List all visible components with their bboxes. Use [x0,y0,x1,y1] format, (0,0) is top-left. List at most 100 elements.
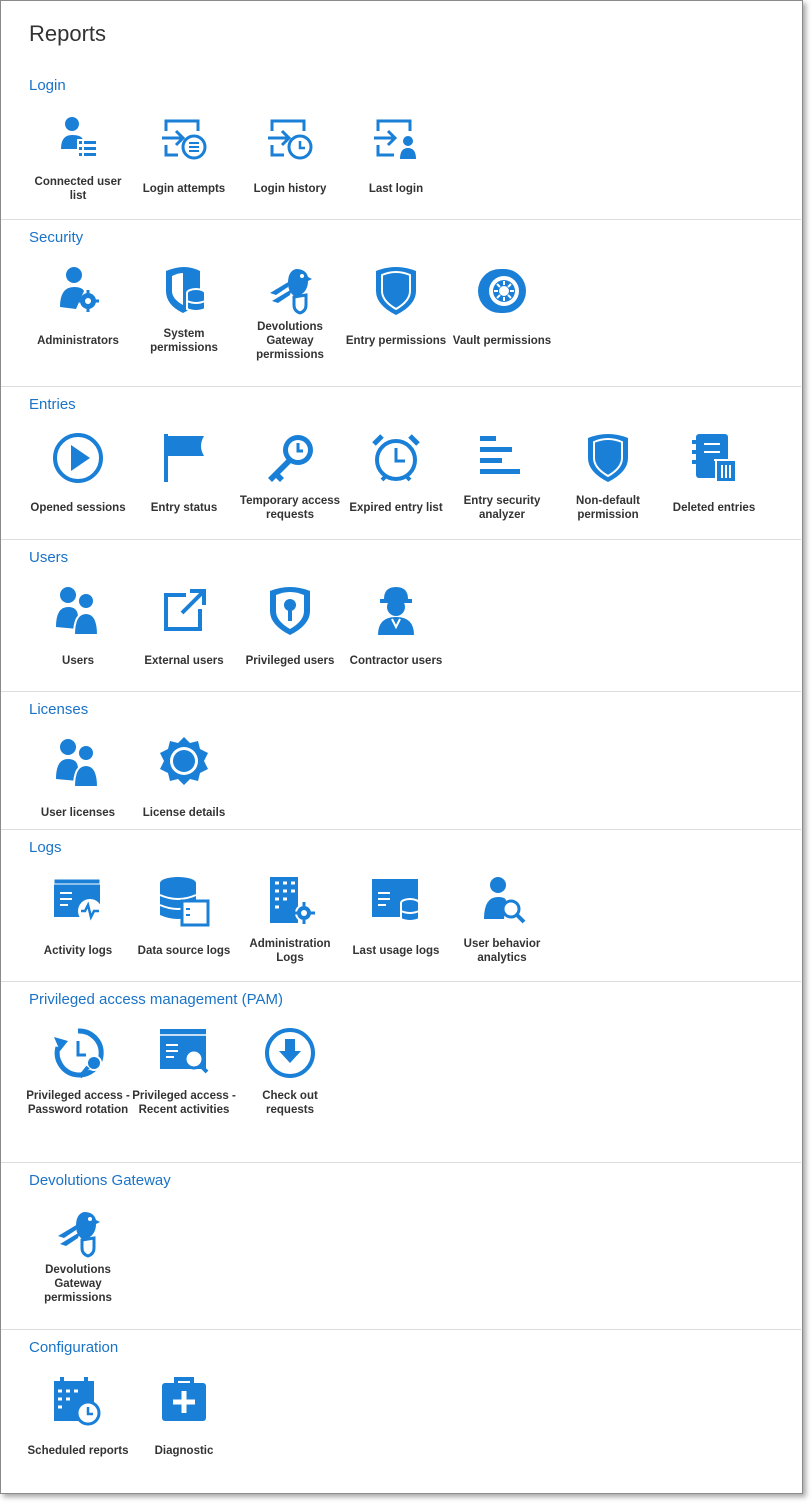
report-tile-deleted-entries[interactable]: Deleted entries [662,430,766,528]
report-tile-administration-logs[interactable]: Administration Logs [238,873,342,971]
section-divider [1,539,801,540]
report-tile-privileged-users[interactable]: Privileged users [238,583,342,681]
report-tile-non-default-permission[interactable]: Non-default permission [556,430,660,528]
report-tile-diagnostic[interactable]: Diagnostic [132,1373,236,1471]
reports-panel: Reports Login Connected user list Login at… [0,0,803,1494]
activity-logs-icon [50,873,106,929]
report-tile-label: User behavior analytics [463,938,541,964]
report-tile-label: Administrators [37,335,119,347]
report-tile-vault-permissions[interactable]: Vault permissions [450,263,554,361]
report-tile-security-analyzer[interactable]: Entry security analyzer [450,430,554,528]
check-out-requests-icon [262,1025,318,1081]
report-tile-label: Activity logs [43,945,113,957]
security-analyzer-icon [474,430,530,486]
login-attempts-icon [156,111,212,167]
section-title: Login [29,77,66,94]
report-tile-administrators[interactable]: Administrators [26,263,130,361]
report-tile-recent-activities[interactable]: Privileged access - Recent activities [132,1025,236,1123]
section-title: Entries [29,396,76,413]
report-tile-user-behavior[interactable]: User behavior analytics [450,873,554,971]
report-tile-connected-user-list[interactable]: Connected user list [26,111,130,209]
report-tile-license-details[interactable]: License details [132,735,236,833]
report-tile-label: Contractor users [349,655,443,667]
vault-permissions-icon [474,263,530,319]
report-tile-label: Scheduled reports [27,1445,129,1457]
section-divider [1,386,801,387]
recent-activities-icon [156,1025,212,1081]
login-history-icon [262,111,318,167]
system-permissions-icon [156,263,212,319]
non-default-permission-icon [580,430,636,486]
report-tile-label: Login history [253,183,327,195]
report-tile-last-login[interactable]: Last login [344,111,448,209]
user-licenses-icon [50,735,106,791]
report-tile-label: Users [62,655,94,667]
administration-logs-icon [262,873,318,929]
section-divider [1,691,801,692]
report-tile-scheduled-reports[interactable]: Scheduled reports [26,1373,130,1471]
report-tile-gateway-permissions[interactable]: Devolutions Gateway permissions [238,263,342,361]
scheduled-reports-icon [50,1373,106,1429]
privileged-users-icon [262,583,318,639]
report-tile-gateway-permissions[interactable]: Devolutions Gateway permissions [26,1206,130,1304]
report-tile-external-users[interactable]: External users [132,583,236,681]
report-tile-login-attempts[interactable]: Login attempts [132,111,236,209]
report-tile-label: User licenses [40,807,116,819]
entry-status-icon [156,430,212,486]
section-divider [1,1329,801,1330]
report-tile-password-rotation[interactable]: Privileged access - Password rotation [26,1025,130,1123]
report-tile-contractor-users[interactable]: Contractor users [344,583,448,681]
gateway-permissions-icon [50,1206,106,1262]
report-tile-label: Devolutions Gateway permissions [44,1264,112,1304]
report-tile-entry-status[interactable]: Entry status [132,430,236,528]
report-tile-entry-permissions[interactable]: Entry permissions [344,263,448,361]
report-tile-user-licenses[interactable]: User licenses [26,735,130,833]
section-divider [1,1162,801,1163]
page-title: Reports [29,21,107,46]
report-tile-label: Entry permissions [345,335,447,347]
report-tile-label: Administration Logs [249,938,331,964]
report-tile-opened-sessions[interactable]: Opened sessions [26,430,130,528]
section-divider [1,981,801,982]
license-details-icon [156,735,212,791]
report-tile-label: Privileged access - Password rotation [26,1090,130,1116]
report-tile-last-usage-logs[interactable]: Last usage logs [344,873,448,971]
report-tile-label: Opened sessions [30,502,126,514]
section-divider [1,219,801,220]
report-tile-label: License details [142,807,226,819]
report-tile-label: Diagnostic [154,1445,214,1457]
data-source-logs-icon [156,873,212,929]
users-icon [50,583,106,639]
section-title: Logs [29,839,62,856]
section-title: Licenses [29,701,89,718]
report-tile-label: Entry security analyzer [463,495,541,521]
report-tile-login-history[interactable]: Login history [238,111,342,209]
report-tile-label: Deleted entries [672,502,756,514]
section-title: Devolutions Gateway [29,1172,171,1189]
user-behavior-icon [474,873,530,929]
report-tile-label: External users [144,655,224,667]
last-login-icon [368,111,424,167]
report-tile-label: Last login [368,183,424,195]
report-tile-data-source-logs[interactable]: Data source logs [132,873,236,971]
report-tile-label: Privileged access - Recent activities [132,1090,236,1116]
report-tile-label: System permissions [150,328,218,354]
report-tile-label: Vault permissions [452,335,552,347]
contractor-users-icon [368,583,424,639]
section-title: Users [29,549,69,566]
report-tile-system-permissions[interactable]: System permissions [132,263,236,361]
report-tile-label: Login attempts [142,183,226,195]
gateway-permissions-icon [262,263,318,319]
report-tile-check-out-requests[interactable]: Check out requests [238,1025,342,1123]
report-tile-label: Non-default permission [576,495,640,521]
password-rotation-icon [50,1025,106,1081]
report-tile-activity-logs[interactable]: Activity logs [26,873,130,971]
report-tile-temporary-access[interactable]: Temporary access requests [238,430,342,528]
entry-permissions-icon [368,263,424,319]
section-title: Security [29,229,84,246]
report-tile-label: Expired entry list [349,502,443,514]
opened-sessions-icon [50,430,106,486]
section-divider [1,829,801,830]
report-tile-users[interactable]: Users [26,583,130,681]
report-tile-expired-entry[interactable]: Expired entry list [344,430,448,528]
